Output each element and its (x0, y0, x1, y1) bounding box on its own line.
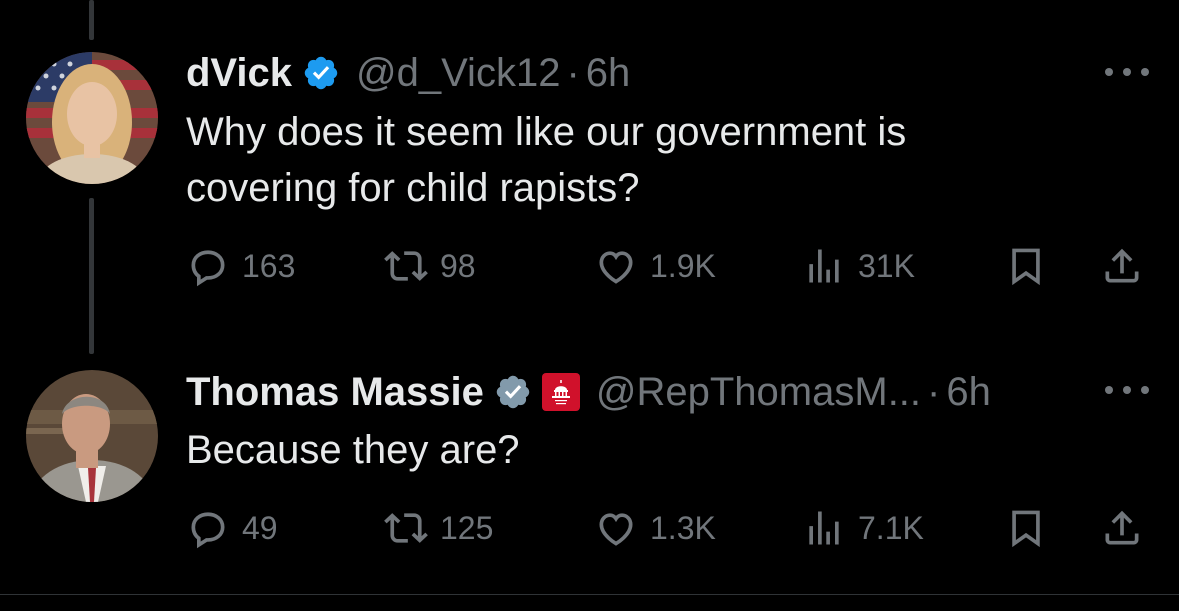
display-name[interactable]: dVick (186, 53, 292, 93)
retweet-button[interactable]: 125 (384, 506, 493, 550)
handle[interactable]: @RepThomasM... (596, 372, 921, 412)
divider (0, 594, 1179, 595)
reply-button[interactable]: 163 (186, 244, 295, 288)
reply-button[interactable]: 49 (186, 506, 278, 550)
more-icon[interactable] (1105, 62, 1149, 82)
heart-icon (599, 513, 633, 546)
bookmark-icon (1012, 510, 1040, 548)
like-button[interactable]: 1.9K (594, 244, 716, 288)
bookmark-button[interactable] (1004, 244, 1048, 288)
timestamp[interactable]: 6h (946, 372, 991, 412)
retweet-button[interactable]: 98 (384, 244, 476, 288)
more-icon[interactable] (1105, 380, 1149, 400)
tweet-header: dVick @d_Vick12 · 6h (186, 53, 630, 93)
share-button[interactable] (1100, 244, 1144, 288)
retweet-icon (384, 251, 428, 281)
timestamp[interactable]: 6h (586, 53, 631, 93)
tweet-header: Thomas Massie @RepThomasM... · 6h (186, 372, 991, 412)
like-count: 1.9K (650, 247, 716, 284)
views-count: 7.1K (858, 509, 924, 546)
tweet-dvick[interactable]: dVick @d_Vick12 · 6h Why does it seem li… (0, 0, 1179, 330)
avatar[interactable] (26, 52, 158, 184)
views-button[interactable]: 31K (802, 244, 915, 288)
affiliation-badge-icon[interactable] (541, 373, 580, 411)
bookmark-button[interactable] (1004, 506, 1048, 550)
handle[interactable]: @d_Vick12 (356, 53, 560, 93)
verified-icon[interactable] (494, 373, 532, 411)
views-icon (809, 249, 839, 283)
separator: · (566, 51, 580, 95)
display-name[interactable]: Thomas Massie (186, 372, 484, 412)
avatar[interactable] (26, 370, 158, 502)
share-icon (1105, 248, 1139, 283)
bookmark-icon (1012, 248, 1040, 286)
views-count: 31K (858, 247, 915, 284)
separator: · (927, 370, 941, 414)
retweet-icon (384, 513, 428, 543)
reply-count: 163 (242, 247, 296, 284)
tweet-text: Why does it seem like our government is … (186, 110, 907, 210)
verified-icon[interactable] (302, 54, 340, 92)
like-button[interactable]: 1.3K (594, 506, 716, 550)
reply-icon (191, 250, 225, 287)
views-button[interactable]: 7.1K (802, 506, 924, 550)
action-bar: 163 98 1.9K 31K (186, 244, 1149, 288)
retweet-count: 98 (440, 247, 476, 284)
action-bar: 49 125 1.3K 7.1K (186, 506, 1149, 550)
tweet-text: Because they are? (186, 428, 520, 472)
reply-count: 49 (242, 509, 278, 546)
share-button[interactable] (1100, 506, 1144, 550)
views-icon (809, 511, 839, 545)
heart-icon (599, 251, 633, 284)
tweet-thomas-massie[interactable]: Thomas Massie @RepThomasM... · 6h Becaus… (0, 330, 1179, 611)
like-count: 1.3K (650, 509, 716, 546)
retweet-count: 125 (440, 509, 494, 546)
reply-icon (191, 512, 225, 549)
share-icon (1105, 510, 1139, 545)
